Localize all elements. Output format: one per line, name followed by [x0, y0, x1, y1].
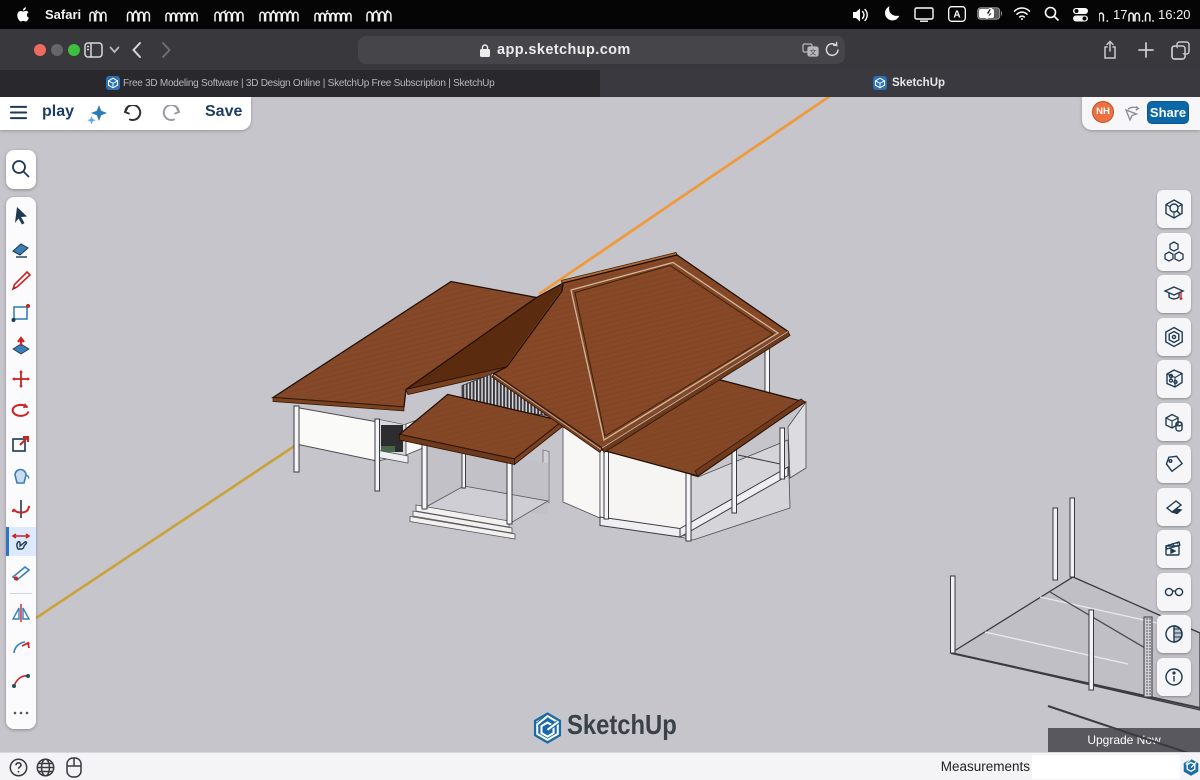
svg-text:A: A [953, 10, 960, 21]
svg-text:文: 文 [810, 48, 817, 57]
